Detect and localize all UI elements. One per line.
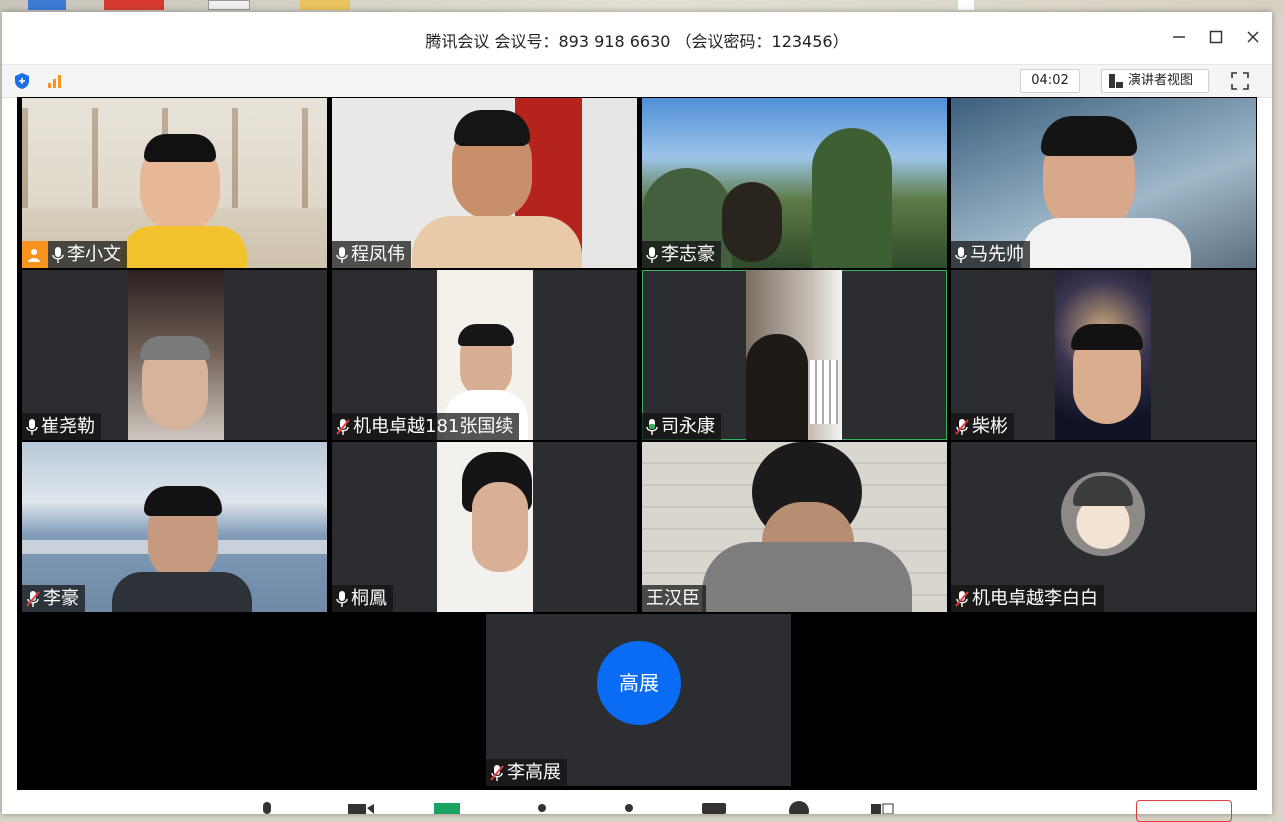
participant-name: 李小文 bbox=[67, 244, 121, 265]
invite-icon[interactable] bbox=[527, 800, 557, 814]
bottom-control-bar bbox=[2, 790, 1272, 822]
participant-label: 机电卓越181张国续 bbox=[332, 413, 520, 440]
video-tile[interactable]: 机电卓越李白白 bbox=[951, 442, 1256, 612]
host-badge bbox=[22, 241, 48, 268]
speaker-view-label: 演讲者视图 bbox=[1128, 73, 1194, 88]
video-tile-active-speaker[interactable]: 司永康 bbox=[642, 270, 947, 440]
participant-name: 程凤伟 bbox=[351, 244, 405, 265]
participant-name: 李豪 bbox=[43, 588, 79, 609]
microphone-icon bbox=[336, 590, 348, 607]
title-bar: 腾讯会议 会议号：893 918 6630 （会议密码：123456） bbox=[2, 12, 1272, 64]
microphone-muted-icon bbox=[955, 590, 969, 607]
participant-label: 崔尧勒 bbox=[22, 413, 101, 440]
participant-name: 马先帅 bbox=[970, 244, 1024, 265]
participant-label: 程凤伟 bbox=[332, 241, 411, 268]
speaker-view-button[interactable]: 演讲者视图 bbox=[1101, 69, 1209, 93]
participant-label: 桐鳳 bbox=[332, 585, 393, 612]
participant-name: 崔尧勒 bbox=[41, 416, 95, 437]
participant-label: 李高展 bbox=[486, 759, 567, 786]
participant-name: 李志豪 bbox=[661, 244, 715, 265]
video-tile[interactable]: 桐鳳 bbox=[332, 442, 637, 612]
video-tile[interactable]: 李豪 bbox=[22, 442, 327, 612]
participant-label: 柴彬 bbox=[951, 413, 1014, 440]
microphone-muted-icon bbox=[26, 590, 40, 607]
members-icon[interactable] bbox=[614, 800, 644, 814]
microphone-speaking-icon bbox=[646, 418, 658, 435]
video-tile[interactable]: 马先帅 bbox=[951, 98, 1256, 268]
participant-label: 马先帅 bbox=[951, 241, 1030, 268]
video-tile[interactable]: 机电卓越181张国续 bbox=[332, 270, 637, 440]
signal-strength-icon[interactable] bbox=[44, 71, 64, 91]
participant-label: 李小文 bbox=[22, 241, 127, 268]
desktop-shortcut-icon[interactable] bbox=[208, 0, 250, 10]
video-tile[interactable]: 崔尧勒 bbox=[22, 270, 327, 440]
fullscreen-icon[interactable] bbox=[1229, 70, 1251, 92]
meeting-timer: 04:02 bbox=[1020, 69, 1080, 93]
participant-label: 司永康 bbox=[642, 413, 721, 440]
maximize-icon[interactable] bbox=[1205, 26, 1227, 48]
emoji-icon[interactable] bbox=[784, 800, 814, 814]
apps-icon[interactable] bbox=[868, 800, 898, 814]
chat-icon[interactable] bbox=[699, 800, 729, 814]
desktop-shortcut-icon[interactable] bbox=[104, 0, 164, 10]
layout-icon bbox=[1109, 74, 1123, 88]
microphone-muted-icon bbox=[336, 418, 350, 435]
microphone-icon bbox=[336, 246, 348, 263]
video-tile[interactable]: 程凤伟 bbox=[332, 98, 637, 268]
video-tile[interactable]: 李小文 bbox=[22, 98, 327, 268]
share-screen-icon[interactable] bbox=[432, 800, 462, 814]
participant-label: 机电卓越李白白 bbox=[951, 585, 1104, 612]
participant-name: 王汉臣 bbox=[646, 588, 700, 609]
close-icon[interactable] bbox=[1242, 26, 1264, 48]
shield-icon[interactable] bbox=[12, 71, 32, 91]
participant-avatar: 高展 bbox=[597, 641, 681, 725]
microphone-icon[interactable] bbox=[252, 800, 282, 814]
user-icon bbox=[27, 248, 40, 262]
video-grid: 李小文 程凤伟 李志豪 马先帅 崔尧勒 机电卓越181张国续 司永康 柴彬 李豪… bbox=[17, 97, 1257, 801]
microphone-icon bbox=[955, 246, 967, 263]
video-tile[interactable]: 王汉臣 bbox=[642, 442, 947, 612]
participant-name: 李高展 bbox=[507, 762, 561, 783]
participant-name: 机电卓越181张国续 bbox=[353, 416, 514, 437]
microphone-muted-icon bbox=[955, 418, 969, 435]
camera-icon[interactable] bbox=[346, 800, 376, 814]
microphone-icon bbox=[26, 418, 38, 435]
video-tile[interactable]: 高展 李高展 bbox=[486, 614, 791, 786]
participant-label: 李豪 bbox=[22, 585, 85, 612]
microphone-muted-icon bbox=[490, 764, 504, 781]
meeting-window: 腾讯会议 会议号：893 918 6630 （会议密码：123456） 04:0… bbox=[2, 12, 1272, 822]
window-title: 腾讯会议 会议号：893 918 6630 （会议密码：123456） bbox=[425, 32, 849, 51]
participant-name: 柴彬 bbox=[972, 416, 1008, 437]
participant-label: 李志豪 bbox=[642, 241, 721, 268]
desktop-shortcut-icon[interactable] bbox=[28, 0, 66, 10]
microphone-icon bbox=[52, 246, 64, 263]
participant-name: 桐鳳 bbox=[351, 588, 387, 609]
leave-meeting-button[interactable] bbox=[1136, 800, 1232, 822]
top-toolbar: 04:02 演讲者视图 bbox=[2, 64, 1272, 98]
microphone-icon bbox=[646, 246, 658, 263]
video-tile[interactable]: 李志豪 bbox=[642, 98, 947, 268]
desktop-background bbox=[0, 0, 1284, 12]
desktop-shortcut-icon[interactable] bbox=[958, 0, 974, 10]
minimize-icon[interactable] bbox=[1168, 26, 1190, 48]
desktop-shortcut-icon[interactable] bbox=[300, 0, 350, 10]
participant-label: 王汉臣 bbox=[642, 585, 706, 612]
participant-name: 机电卓越李白白 bbox=[972, 588, 1098, 609]
video-tile[interactable]: 柴彬 bbox=[951, 270, 1256, 440]
participant-name: 司永康 bbox=[661, 416, 715, 437]
